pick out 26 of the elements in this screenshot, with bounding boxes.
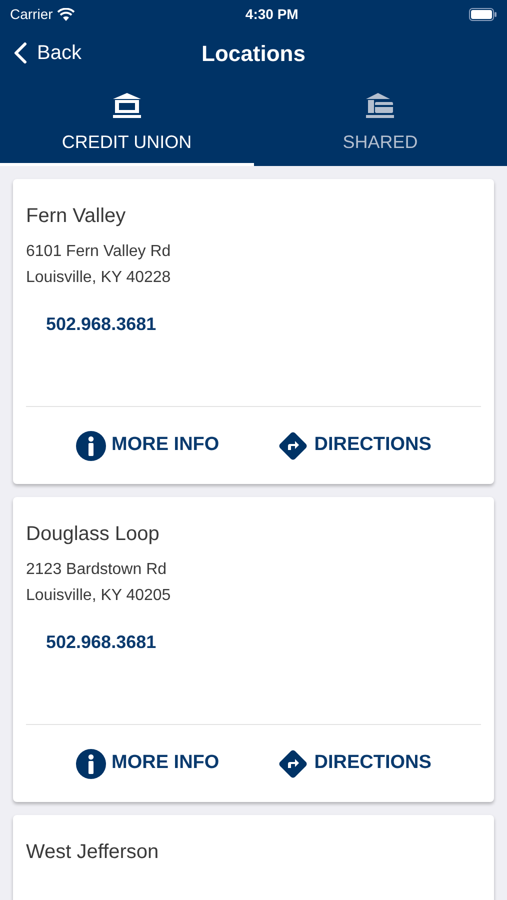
bank-card-icon — [365, 93, 396, 119]
directions-button[interactable]: DIRECTIONS — [278, 430, 432, 460]
info-icon — [76, 430, 106, 460]
more-info-button[interactable]: MORE INFO — [76, 748, 220, 778]
address-line: Louisville, KY 40205 — [26, 586, 172, 606]
clock-time: 4:30 PM — [245, 4, 298, 24]
location-name: Douglass Loop — [26, 522, 160, 547]
carrier-label: Carrier — [10, 4, 53, 24]
more-info-button[interactable]: MORE INFO — [76, 430, 220, 460]
directions-button[interactable]: DIRECTIONS — [278, 748, 432, 778]
phone-link[interactable]: 502.968.3681 — [46, 314, 156, 334]
address-line: 6101 Fern Valley Rd — [26, 242, 172, 262]
tab[interactable]: CREDIT UNION — [0, 78, 254, 166]
wifi-icon — [56, 8, 75, 20]
chevron-left-icon — [14, 42, 27, 64]
location-name: Fern Valley — [26, 204, 127, 229]
screen-title: Locations — [202, 40, 306, 68]
battery-icon — [468, 8, 497, 20]
bank-icon — [112, 93, 142, 119]
phone-link[interactable]: 502.968.3681 — [46, 632, 156, 652]
address-line: 2123 Bardstown Rd — [26, 560, 168, 580]
location-name: West Jefferson — [26, 840, 160, 865]
address-line: Louisville, KY 40228 — [26, 268, 172, 288]
tab[interactable]: SHARED — [254, 78, 507, 166]
info-icon — [76, 748, 106, 778]
back-button[interactable]: Back — [14, 38, 82, 68]
